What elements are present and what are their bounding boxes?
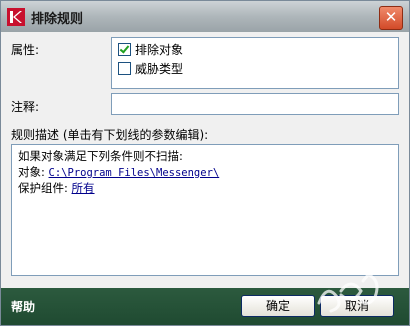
checkbox-threat-type[interactable] bbox=[118, 62, 131, 75]
comment-label: 注释: bbox=[11, 100, 40, 114]
property-exclude-object[interactable]: 排除对象 bbox=[118, 42, 183, 58]
component-link[interactable]: 所有 bbox=[72, 181, 95, 195]
dialog-window: 排除规则 ✕ 属性: 排除对象 威胁类型 注释: 规则描述 (单击有下划线的参数… bbox=[0, 0, 410, 326]
cancel-button[interactable]: 取消 bbox=[320, 295, 394, 317]
property-threat-type[interactable]: 威胁类型 bbox=[118, 61, 183, 77]
help-link[interactable]: 帮助 bbox=[11, 298, 35, 315]
window-title: 排除规则 bbox=[31, 12, 84, 27]
kaspersky-k-icon bbox=[7, 8, 25, 26]
rule-description-label: 规则描述 (单击有下划线的参数编辑): bbox=[11, 128, 209, 142]
property-exclude-object-label: 排除对象 bbox=[135, 43, 184, 57]
title-bar[interactable]: 排除规则 ✕ bbox=[1, 1, 409, 32]
dialog-content: 属性: 排除对象 威胁类型 注释: 规则描述 (单击有下划线的参数编辑): 如果… bbox=[1, 32, 409, 288]
description-condition: 如果对象满足下列条件则不扫描: bbox=[18, 149, 183, 163]
close-icon: ✕ bbox=[384, 8, 398, 26]
component-label: 保护组件: bbox=[18, 181, 68, 195]
checkbox-exclude-object[interactable] bbox=[118, 43, 131, 56]
object-path-link[interactable]: C:\Program Files\Messenger\ bbox=[49, 167, 220, 179]
property-threat-type-label: 威胁类型 bbox=[135, 62, 184, 76]
description-component-row: 保护组件: 所有 bbox=[18, 180, 95, 196]
description-object-row: 对象: C:\Program Files\Messenger\ bbox=[18, 164, 219, 180]
comment-input[interactable] bbox=[111, 93, 399, 115]
dialog-footer: 帮助 确定 取消 bbox=[1, 288, 409, 325]
ok-button[interactable]: 确定 bbox=[241, 295, 315, 317]
rule-description-panel: 如果对象满足下列条件则不扫描: 对象: C:\Program Files\Mes… bbox=[11, 144, 399, 276]
properties-label: 属性: bbox=[11, 43, 40, 57]
properties-panel: 排除对象 威胁类型 bbox=[111, 37, 399, 89]
close-button[interactable]: ✕ bbox=[379, 6, 403, 30]
object-label: 对象: bbox=[18, 165, 45, 179]
